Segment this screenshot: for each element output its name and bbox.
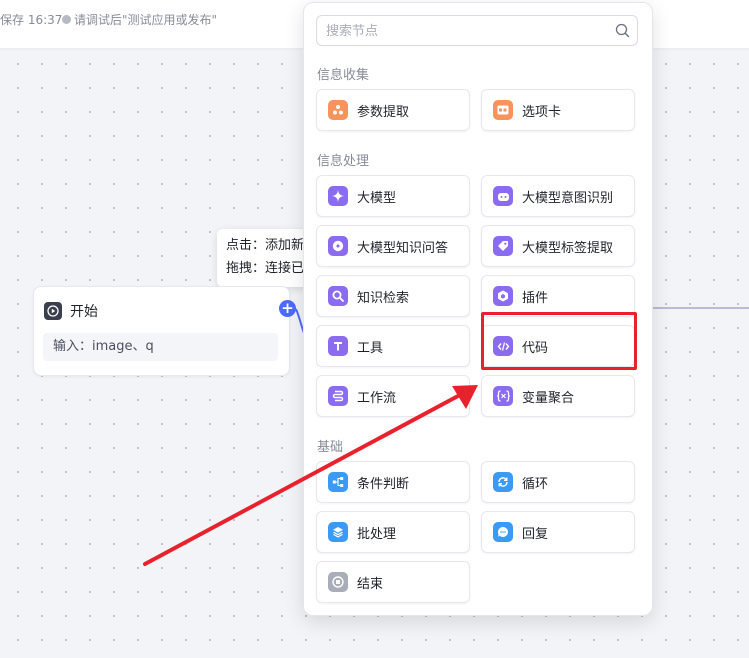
branch-icon [328,472,348,492]
node-variable-aggregate[interactable]: 变量聚合 [481,375,635,417]
node-reply[interactable]: 回复 [481,511,635,553]
start-node-params: 输入：image、q [43,333,278,361]
magnifier-icon [328,286,348,306]
node-label: 变量聚合 [522,390,575,406]
search-input[interactable] [317,16,608,47]
node-label: 工具 [357,340,384,356]
node-llm-knowledge-qa[interactable]: 大模型知识问答 [316,225,470,267]
section-title-info-collect: 信息收集 [317,68,370,83]
node-label: 知识检索 [357,290,410,306]
info-dot-icon [62,15,71,24]
variable-aggregate-icon [493,386,513,406]
save-status: 保存 16:37 [0,13,63,27]
search-box [316,15,638,47]
highlight-box [481,312,637,370]
node-llm[interactable]: 大模型 [316,175,470,217]
play-icon [44,302,62,320]
workflow-icon [328,386,348,406]
connection-edge [648,307,749,309]
node-tool[interactable]: 工具 [316,325,470,367]
node-picker-panel: 信息收集 参数提取 选项卡 信息处理 大模型 大模型意图识别 大模型知识问答 [303,2,653,616]
tag-icon [493,236,513,256]
node-label: 结束 [357,576,384,592]
loop-icon [493,472,513,492]
add-node-handle[interactable]: + [279,300,296,317]
stop-icon [328,572,348,592]
plugin-icon [493,286,513,306]
tool-icon [328,336,348,356]
node-end[interactable]: 结束 [316,561,470,603]
node-label: 大模型标签提取 [522,240,614,256]
node-label: 回复 [522,526,549,542]
sparkle-icon [328,186,348,206]
parameter-extract-icon [328,100,348,120]
node-label: 插件 [522,290,549,306]
node-option-card[interactable]: 选项卡 [481,89,635,131]
reply-icon [493,522,513,542]
node-label: 批处理 [357,526,397,542]
node-label: 大模型 [357,190,397,206]
section-title-info-process: 信息处理 [317,154,370,169]
node-workflow[interactable]: 工作流 [316,375,470,417]
node-label: 选项卡 [522,104,562,120]
node-llm-intent[interactable]: 大模型意图识别 [481,175,635,217]
section-title-basic: 基础 [317,440,344,455]
start-node[interactable]: 开始 输入：image、q [33,286,290,376]
node-label: 循环 [522,476,549,492]
node-knowledge-retrieval[interactable]: 知识检索 [316,275,470,317]
node-label: 参数提取 [357,104,410,120]
layers-icon [328,522,348,542]
debug-hint: 请调试后"测试应用或发布" [62,11,217,28]
node-loop[interactable]: 循环 [481,461,635,503]
node-label: 大模型知识问答 [357,240,449,256]
node-llm-tag-extract[interactable]: 大模型标签提取 [481,225,635,267]
node-batch[interactable]: 批处理 [316,511,470,553]
debug-hint-text: 请调试后"测试应用或发布" [74,13,218,27]
option-card-icon [493,100,513,120]
node-label: 大模型意图识别 [522,190,614,206]
robot-icon [493,186,513,206]
knowledge-qa-icon [328,236,348,256]
start-node-title: 开始 [70,304,98,320]
node-plugin[interactable]: 插件 [481,275,635,317]
search-icon[interactable] [615,23,630,42]
node-parameter-extract[interactable]: 参数提取 [316,89,470,131]
node-condition[interactable]: 条件判断 [316,461,470,503]
start-node-header: 开始 [44,301,98,321]
node-label: 条件判断 [357,476,410,492]
node-label: 工作流 [357,390,397,406]
